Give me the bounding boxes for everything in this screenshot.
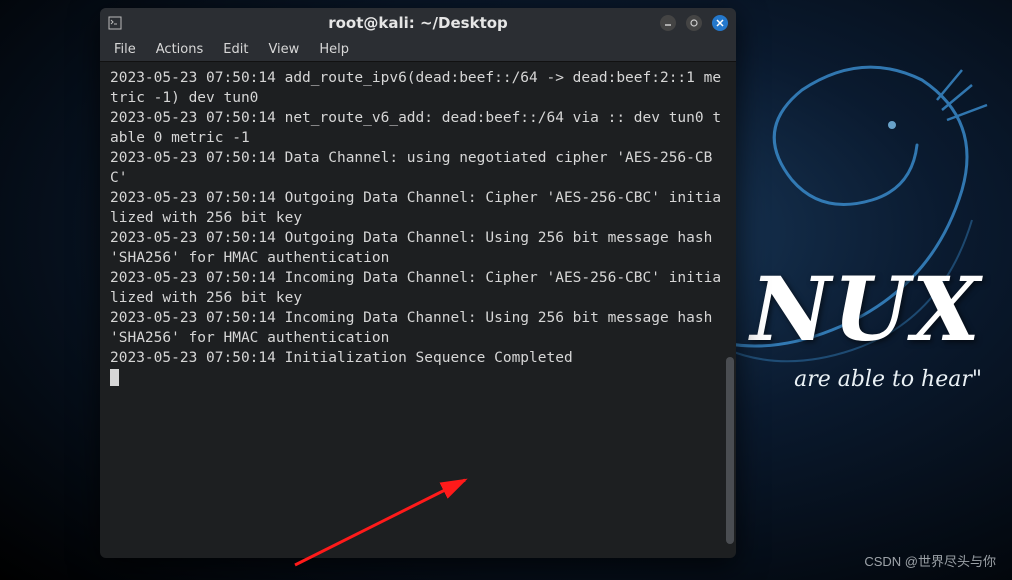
wallpaper-text: NUX are able to hear"	[751, 265, 982, 392]
maximize-button[interactable]	[686, 15, 702, 31]
menu-file[interactable]: File	[106, 40, 144, 59]
wallpaper-bigtext: NUX	[751, 265, 982, 353]
minimize-button[interactable]	[660, 15, 676, 31]
terminal-scrollbar[interactable]	[726, 62, 734, 554]
close-button[interactable]	[712, 15, 728, 31]
menu-help[interactable]: Help	[311, 40, 357, 59]
window-controls	[660, 15, 728, 31]
terminal-cursor	[110, 369, 119, 386]
terminal-icon	[108, 16, 122, 30]
terminal-window: root@kali: ~/Desktop File Actions Edit V…	[100, 8, 736, 558]
menu-edit[interactable]: Edit	[215, 40, 256, 59]
menu-actions[interactable]: Actions	[148, 40, 212, 59]
window-title: root@kali: ~/Desktop	[328, 14, 508, 32]
menu-view[interactable]: View	[260, 40, 307, 59]
wallpaper-tagline: are able to hear"	[751, 367, 982, 392]
window-titlebar[interactable]: root@kali: ~/Desktop	[100, 8, 736, 38]
terminal-output-text: 2023-05-23 07:50:14 add_route_ipv6(dead:…	[110, 70, 721, 366]
menubar: File Actions Edit View Help	[100, 38, 736, 62]
scrollbar-thumb[interactable]	[726, 357, 734, 544]
terminal-output-area[interactable]: 2023-05-23 07:50:14 add_route_ipv6(dead:…	[100, 62, 736, 558]
watermark-text: CSDN @世界尽头与你	[864, 551, 996, 570]
